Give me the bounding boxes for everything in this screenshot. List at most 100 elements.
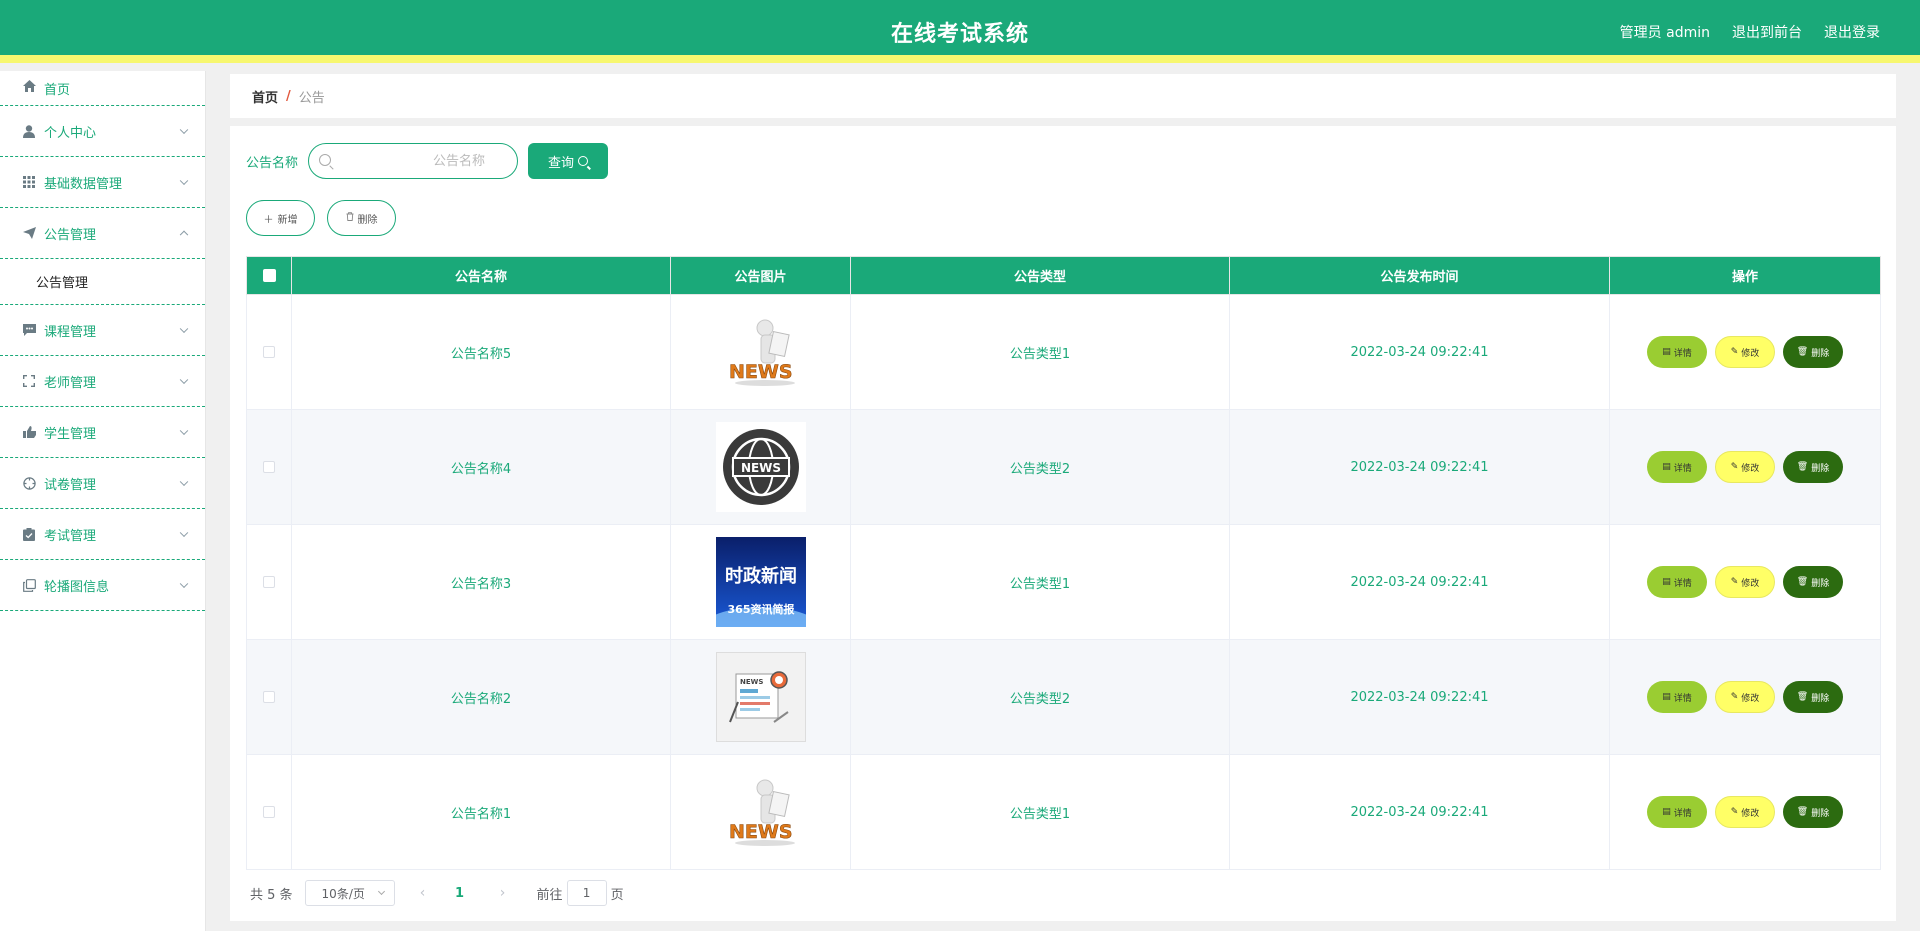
select-all-cell <box>246 256 292 295</box>
svg-text:NEWS: NEWS <box>740 461 780 475</box>
sidebar-item-exam-paper-management[interactable]: 试卷管理 <box>0 458 205 509</box>
sidebar-item-course-management[interactable]: 课程管理 <box>0 305 205 356</box>
sidebar-item-teacher-management[interactable]: 老师管理 <box>0 356 205 407</box>
notice-image: 时政新闻 365资讯简报 <box>715 537 806 627</box>
search-box <box>308 143 519 179</box>
sidebar-item-notice-management[interactable]: 公告管理 <box>0 208 205 259</box>
search-input[interactable] <box>339 144 510 178</box>
pencil-icon: ✎ <box>1730 577 1739 587</box>
trash-icon <box>346 212 354 224</box>
prev-page-button[interactable]: ‹ <box>409 885 437 901</box>
chevron-down-icon <box>179 125 189 135</box>
detail-button[interactable]: ▤ 详情 <box>1647 681 1707 713</box>
cell-type: 公告类型1 <box>850 754 1230 870</box>
sidebar-item-home[interactable]: 首页 <box>0 71 205 106</box>
page-number-button[interactable]: 1 <box>445 886 475 901</box>
sidebar-subitem-notice-management[interactable]: 公告管理 <box>0 259 205 305</box>
edit-button[interactable]: ✎ 修改 <box>1715 451 1775 483</box>
sidebar-item-base-data[interactable]: 基础数据管理 <box>0 157 205 208</box>
svg-text:NEWS: NEWS <box>740 678 763 686</box>
sidebar-item-label: 公告管理 <box>44 227 97 243</box>
cell-time: 2022-03-24 09:22:41 <box>1229 294 1610 410</box>
pagination-total: 共 5 条 <box>250 887 293 903</box>
trash-icon: 🗑 <box>1796 577 1809 587</box>
detail-button[interactable]: ▤ 详情 <box>1647 451 1707 483</box>
cell-name: 公告名称3 <box>291 524 671 640</box>
edit-button[interactable]: ✎ 修改 <box>1715 796 1775 828</box>
copy-icon <box>22 578 36 592</box>
table-row: 公告名称5 NEWS 公告类型1 2022-03-24 09:22:41 ▤ 详… <box>246 294 1881 410</box>
delete-button[interactable]: 🗑 删除 <box>1783 451 1843 483</box>
edit-button[interactable]: ✎ 修改 <box>1715 681 1775 713</box>
sidebar-item-carousel-info[interactable]: 轮播图信息 <box>0 560 205 611</box>
row-checkbox[interactable] <box>263 691 275 703</box>
chevron-up-icon <box>179 230 189 240</box>
logout-link[interactable]: 退出登录 <box>1824 22 1880 42</box>
delete-button[interactable]: 🗑 删除 <box>1783 566 1843 598</box>
svg-text:NEWS: NEWS <box>729 821 793 843</box>
cell-type: 公告类型1 <box>850 294 1230 410</box>
pencil-icon: ✎ <box>1730 692 1739 702</box>
chevron-down-icon <box>179 579 189 589</box>
page-suffix: 页 <box>610 887 624 903</box>
edit-button[interactable]: ✎ 修改 <box>1715 336 1775 368</box>
sidebar-item-student-management[interactable]: 学生管理 <box>0 407 205 458</box>
notice-table: 公告名称 公告图片 公告类型 公告发布时间 操作 公告名称5 NEWS 公告类型… <box>246 256 1881 870</box>
detail-button[interactable]: ▤ 详情 <box>1647 566 1707 598</box>
add-button[interactable]: ＋ 新增 <box>246 200 315 236</box>
edit-button[interactable]: ✎ 修改 <box>1715 566 1775 598</box>
main-content: 首页 / 公告 公告名称 查询 ＋ 新增 删除 <box>206 71 1920 931</box>
notice-image: NEWS <box>715 652 806 742</box>
row-checkbox[interactable] <box>263 461 275 473</box>
column-header-name: 公告名称 <box>291 256 671 295</box>
delete-button[interactable]: 🗑 删除 <box>1783 796 1843 828</box>
chevron-down-icon <box>179 176 189 186</box>
chevron-down-icon <box>179 477 189 487</box>
batch-delete-button-label: 删除 <box>357 214 378 226</box>
delete-button[interactable]: 🗑 删除 <box>1783 336 1843 368</box>
breadcrumb-home[interactable]: 首页 <box>252 87 278 106</box>
page-size-select[interactable]: 10条/页 <box>304 880 395 906</box>
next-page-button[interactable]: › <box>489 885 517 901</box>
goto-label: 前往 <box>536 887 563 903</box>
compass-icon <box>22 476 36 490</box>
sidebar-item-label: 考试管理 <box>44 528 97 544</box>
breadcrumb: 首页 / 公告 <box>230 74 1896 118</box>
row-actions: ▤ 详情 ✎ 修改 🗑 删除 <box>1610 336 1880 368</box>
delete-button[interactable]: 🗑 删除 <box>1783 681 1843 713</box>
cell-name: 公告名称1 <box>291 754 671 870</box>
cell-time: 2022-03-24 09:22:41 <box>1229 524 1610 640</box>
row-checkbox[interactable] <box>263 576 275 588</box>
sidebar-item-label: 轮播图信息 <box>44 579 110 595</box>
sidebar-item-personal-center[interactable]: 个人中心 <box>0 106 205 157</box>
sidebar-item-exam-management[interactable]: 考试管理 <box>0 509 205 560</box>
detail-button[interactable]: ▤ 详情 <box>1647 796 1707 828</box>
select-all-checkbox[interactable] <box>262 269 276 282</box>
column-header-actions: 操作 <box>1609 256 1881 295</box>
plus-icon: ＋ <box>263 214 274 226</box>
row-actions: ▤ 详情 ✎ 修改 🗑 删除 <box>1610 796 1880 828</box>
fullscreen-icon <box>22 374 36 388</box>
row-checkbox[interactable] <box>263 806 275 818</box>
back-to-frontend-link[interactable]: 退出到前台 <box>1732 22 1802 42</box>
doc-icon: ▤ <box>1662 807 1671 817</box>
batch-delete-button[interactable]: 删除 <box>327 200 396 236</box>
add-button-label: 新增 <box>277 214 298 226</box>
breadcrumb-current: 公告 <box>298 90 325 106</box>
row-checkbox[interactable] <box>263 346 275 358</box>
row-actions: ▤ 详情 ✎ 修改 🗑 删除 <box>1610 681 1880 713</box>
sidebar-item-label: 学生管理 <box>44 426 97 442</box>
goto-page-input[interactable]: 1 <box>566 880 607 906</box>
search-row: 公告名称 查询 <box>246 143 609 179</box>
table-row: 公告名称2 NEWS 公告类型2 2022-03-24 09:22:41 ▤ 详… <box>246 639 1881 755</box>
admin-user-link[interactable]: 管理员 admin <box>1620 22 1710 42</box>
row-actions: ▤ 详情 ✎ 修改 🗑 删除 <box>1610 451 1880 483</box>
detail-button[interactable]: ▤ 详情 <box>1647 336 1707 368</box>
cell-name: 公告名称4 <box>291 409 671 525</box>
cell-name: 公告名称2 <box>291 639 671 755</box>
search-icon <box>319 154 332 166</box>
search-button[interactable]: 查询 <box>528 143 609 179</box>
row-actions: ▤ 详情 ✎ 修改 🗑 删除 <box>1610 566 1880 598</box>
pagination: 共 5 条 10条/页 ‹ 1 › 前往 1 页 <box>250 880 624 906</box>
paper-plane-icon <box>22 226 36 240</box>
